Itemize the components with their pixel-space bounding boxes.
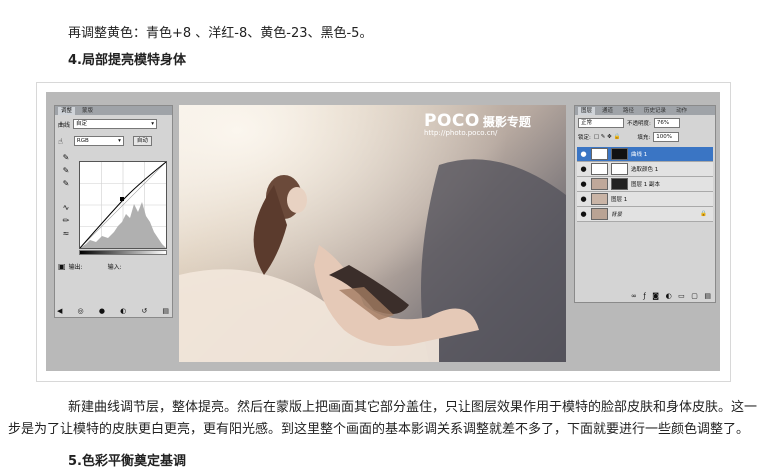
- layer-thumb: [591, 178, 608, 190]
- previous-state-icon[interactable]: ◐: [120, 307, 126, 315]
- input-label: 输入:: [107, 264, 122, 271]
- layer-name: 图层 1 副本: [631, 182, 660, 188]
- tab-actions[interactable]: 动作: [673, 107, 690, 115]
- layer-name: 背景: [611, 212, 623, 218]
- eye-icon[interactable]: ●: [579, 210, 588, 218]
- adjustment-thumb: [591, 148, 608, 160]
- channel-row: ☝ RGB ▾ 自动: [58, 136, 152, 146]
- mask-thumb: [611, 163, 628, 175]
- photo-scene: [179, 105, 566, 362]
- adjustment-thumb: [591, 163, 608, 175]
- adjustment-icon[interactable]: ◐: [666, 292, 672, 300]
- clip-layer-icon[interactable]: ◎: [78, 307, 84, 315]
- curves-title: 曲线: [58, 121, 71, 129]
- mask-thumb: [611, 178, 628, 190]
- eyedropper-white-icon[interactable]: ✎: [61, 179, 71, 189]
- gradient-bar: [79, 250, 167, 255]
- reset-icon[interactable]: ↺: [141, 307, 147, 315]
- tab-channels[interactable]: 通道: [599, 107, 616, 115]
- watermark-logo: POCO: [424, 111, 480, 131]
- opacity-input[interactable]: 76%: [653, 118, 680, 128]
- hand-tool-icon[interactable]: ☝: [58, 137, 63, 146]
- eye-icon[interactable]: ●: [579, 195, 588, 203]
- curve-graph-svg: [79, 161, 167, 249]
- mask-thumb: [611, 148, 628, 160]
- watermark-title: 摄影专题: [482, 115, 531, 129]
- intro-line: 再调整黄色：青色+8 、洋红-8、黄色-23、黑色-5。: [68, 26, 373, 41]
- eye-icon[interactable]: ●: [579, 180, 588, 188]
- section-heading-4: 4.局部提亮模特身体: [68, 53, 186, 68]
- trash-icon[interactable]: ▤: [704, 292, 711, 300]
- back-arrow-icon[interactable]: ◀: [57, 307, 62, 315]
- tab-adjustments[interactable]: 调整: [58, 106, 76, 115]
- fill-input[interactable]: 100%: [653, 132, 680, 142]
- curve-graph[interactable]: [79, 161, 167, 249]
- layers-panel-tabs: 图层 通道 路径 历史记录 动作: [575, 106, 715, 115]
- curve-point[interactable]: [120, 197, 124, 201]
- curve-point-tool-icon[interactable]: ∿: [61, 203, 71, 213]
- curves-panel-tabs: 调整 蒙版: [55, 106, 172, 115]
- lock-icon: 🔒: [700, 211, 707, 217]
- opacity-label: 不透明度:: [627, 121, 651, 127]
- eyedropper-gray-icon[interactable]: ✎: [61, 166, 71, 176]
- eyedropper-black-icon[interactable]: ✎: [61, 153, 71, 163]
- curves-panel: 调整 蒙版 曲线 自定 ▾ ☝ RGB ▾ 自动 ✎ ✎ ✎ ∿ ✏ ≈ ▣ 输…: [54, 105, 173, 318]
- layers-list: ● 曲线 1 ● 选取颜色 1 ● 图层 1 副本 ● 图层 1 ● 背景 🔒: [577, 147, 713, 222]
- layer-row[interactable]: ● 图层 1: [577, 192, 713, 207]
- link-icon[interactable]: ∞: [631, 292, 637, 300]
- chevron-down-icon: ▾: [118, 138, 121, 144]
- channel-select[interactable]: RGB ▾: [73, 136, 124, 146]
- paragraph-line-2: 步是为了让模特的皮肤更白更亮，更有阳光感。到这里整个画面的基本影调关系调整就差不…: [8, 422, 750, 437]
- paragraph-line-1: 新建曲线调节层，整体提亮。然后在蒙版上把画面其它部分盖住，只让图层效果作用于模特…: [68, 400, 758, 415]
- tab-masks[interactable]: 蒙版: [79, 107, 96, 115]
- auto-button[interactable]: 自动: [132, 136, 152, 146]
- layer-name: 选取颜色 1: [631, 167, 659, 173]
- pencil-tool-icon[interactable]: ✏: [61, 216, 71, 226]
- folder-icon[interactable]: ▭: [678, 292, 685, 300]
- tab-layers[interactable]: 图层: [578, 106, 596, 115]
- section-heading-5: 5.色彩平衡奠定基调: [68, 454, 186, 469]
- layer-row[interactable]: ● 曲线 1: [577, 147, 713, 162]
- layer-name: 图层 1: [611, 197, 628, 203]
- eye-icon[interactable]: ●: [579, 165, 588, 173]
- new-layer-icon[interactable]: ▢: [691, 292, 698, 300]
- figure-background: 调整 蒙版 曲线 自定 ▾ ☝ RGB ▾ 自动 ✎ ✎ ✎ ∿ ✏ ≈ ▣ 输…: [46, 92, 720, 371]
- curves-bottom-toolbar: ◀ ◎ ● ◐ ↺ ▤: [57, 307, 169, 315]
- tutorial-figure: 调整 蒙版 曲线 自定 ▾ ☝ RGB ▾ 自动 ✎ ✎ ✎ ∿ ✏ ≈ ▣ 输…: [36, 82, 731, 382]
- layers-panel: 图层 通道 路径 历史记录 动作 正常 不透明度: 76% 锁定: □ ✎ ✥ …: [574, 105, 716, 303]
- lock-label: 锁定:: [578, 135, 591, 141]
- mask-icon[interactable]: ◙: [652, 292, 659, 300]
- layer-row[interactable]: ● 图层 1 副本: [577, 177, 713, 192]
- layers-bottom-toolbar: ∞ ƒ ◙ ◐ ▭ ▢ ▤: [631, 292, 711, 300]
- trash-icon[interactable]: ▤: [162, 307, 169, 315]
- fx-icon[interactable]: ƒ: [643, 292, 645, 300]
- layer-name: 曲线 1: [631, 152, 648, 158]
- poco-watermark: POCO 摄影专题 http://photo.poco.cn/: [424, 111, 531, 137]
- io-row: ▣ 输出: 输入:: [58, 262, 122, 271]
- output-label: 输出:: [68, 264, 83, 271]
- tab-history[interactable]: 历史记录: [641, 107, 669, 115]
- preset-select[interactable]: 自定 ▾: [73, 119, 158, 129]
- smooth-tool-icon[interactable]: ≈: [61, 229, 71, 239]
- lock-row: 锁定: □ ✎ ✥ 🔒 填充: 100%: [578, 132, 680, 142]
- sample-icon: ▣: [58, 262, 66, 271]
- lock-icons[interactable]: □ ✎ ✥ 🔒: [594, 134, 621, 140]
- tab-paths[interactable]: 路径: [620, 107, 637, 115]
- model-photo: POCO 摄影专题 http://photo.poco.cn/: [179, 105, 566, 362]
- chevron-down-icon: ▾: [151, 121, 155, 127]
- layer-row[interactable]: ● 选取颜色 1: [577, 162, 713, 177]
- curves-preset-row: 曲线 自定 ▾: [58, 119, 158, 129]
- layer-thumb: [591, 208, 608, 220]
- fill-label: 填充:: [637, 135, 651, 141]
- layer-thumb: [591, 193, 608, 205]
- blend-row: 正常 不透明度: 76%: [578, 118, 680, 128]
- eye-icon[interactable]: ●: [579, 150, 588, 158]
- layer-row[interactable]: ● 背景 🔒: [577, 207, 713, 222]
- blend-mode-select[interactable]: 正常: [578, 118, 624, 128]
- visibility-icon[interactable]: ●: [99, 307, 105, 315]
